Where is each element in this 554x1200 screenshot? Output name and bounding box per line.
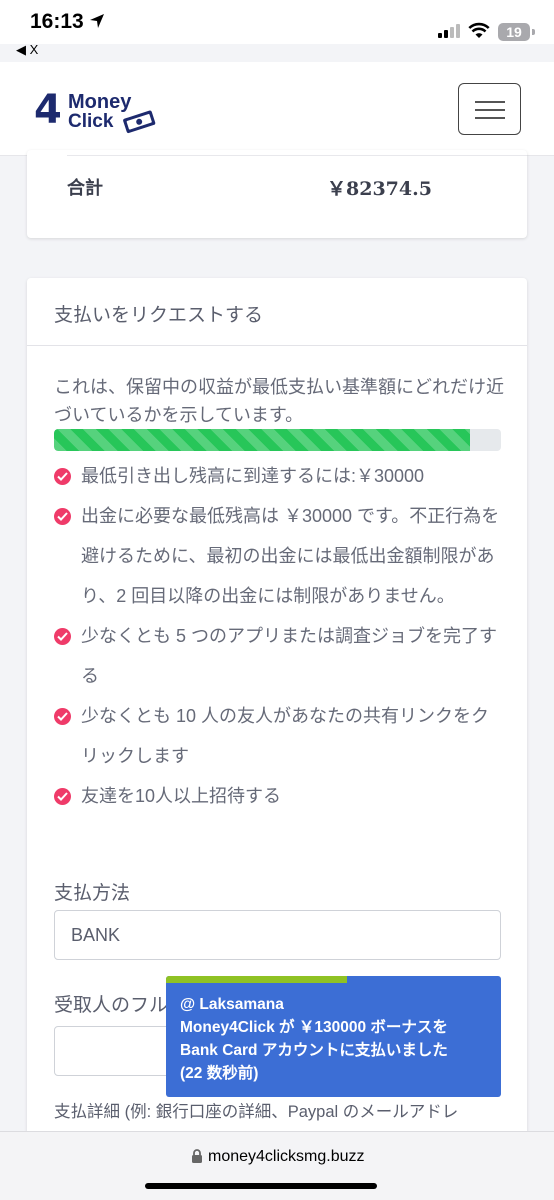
status-time: 16:13: [30, 10, 84, 33]
location-arrow-icon: [90, 14, 104, 28]
balance-summary-card: 合計 ￥82374.5: [27, 150, 527, 238]
battery-icon: 19: [498, 23, 530, 41]
total-label: 合計: [67, 178, 103, 198]
payment-method-select[interactable]: BANK: [54, 910, 501, 960]
toast-line: Money4Click が ￥130000 ボーナスを: [180, 1019, 448, 1036]
lock-icon: [192, 1149, 202, 1163]
check-icon: [54, 788, 71, 805]
back-app-label: X: [29, 42, 39, 57]
menu-toggle-button[interactable]: [458, 83, 521, 135]
status-bar: 16:13 19: [0, 0, 554, 44]
toast-timer-bar: [166, 976, 347, 983]
check-icon: [54, 628, 71, 645]
payment-method-label: 支払方法: [54, 883, 131, 904]
site-header: 4 Money Click: [0, 62, 554, 156]
banknote-icon: [123, 110, 156, 134]
card-divider: [27, 345, 527, 346]
progress-description: これは、保留中の収益が最低支払い基準額にどれだけ近づいているかを示しています。: [54, 377, 504, 425]
requirement-text: 最低引き出し残高に到達するには:￥30000: [81, 466, 425, 486]
recipient-name-label: 受取人のフル: [54, 995, 169, 1016]
payout-notification-toast[interactable]: @ Laksamana Money4Click が ￥130000 ボーナスを …: [166, 976, 501, 1097]
requirement-item: 出金に必要な最低残高は ￥30000 です。不正行為を避けるために、最初の出金に…: [54, 496, 504, 616]
toast-user: @ Laksamana: [180, 996, 284, 1013]
check-icon: [54, 468, 71, 485]
payment-details-label: 支払詳細 (例: 銀行口座の詳細、Paypal のメールアドレ: [54, 1103, 459, 1121]
table-divider: [67, 155, 527, 156]
url-text: money4clicksmg.buzz: [208, 1148, 365, 1165]
check-icon: [54, 508, 71, 525]
toast-line: Bank Card アカウントに支払いました: [180, 1042, 448, 1059]
requirement-item: 少なくとも 10 人の友人があなたの共有リンクをクリックします: [54, 696, 504, 776]
requirement-text: 少なくとも 5 つのアプリまたは調査ジョブを完了する: [81, 626, 498, 686]
card-title: 支払いをリクエストする: [54, 305, 264, 326]
back-to-app[interactable]: ◀ X: [16, 42, 38, 58]
logo-number: 4: [34, 87, 62, 133]
logo-word-click: Click: [68, 111, 114, 132]
requirement-text: 友達を10人以上招待する: [81, 786, 282, 806]
site-logo[interactable]: 4 Money Click: [34, 90, 164, 134]
requirement-item: 友達を10人以上招待する: [54, 776, 504, 816]
payout-progress-bar: [54, 429, 501, 451]
requirement-item: 最低引き出し残高に到達するには:￥30000: [54, 456, 504, 496]
requirements-list: 最低引き出し残高に到達するには:￥30000 出金に必要な最低残高は ￥3000…: [54, 456, 504, 816]
battery-tip: [532, 29, 535, 35]
toast-time: (22 数秒前): [180, 1065, 259, 1082]
check-icon: [54, 708, 71, 725]
requirement-item: 少なくとも 5 つのアプリまたは調査ジョブを完了する: [54, 616, 504, 696]
requirement-text: 出金に必要な最低残高は ￥30000 です。不正行為を避けるために、最初の出金に…: [81, 506, 500, 606]
toast-message: @ Laksamana Money4Click が ￥130000 ボーナスを …: [180, 993, 495, 1085]
requirement-text: 少なくとも 10 人の友人があなたの共有リンクをクリックします: [81, 706, 490, 766]
wifi-icon: [468, 22, 490, 38]
browser-address-bar[interactable]: money4clicksmg.buzz: [0, 1131, 554, 1200]
payout-progress-fill: [54, 429, 470, 451]
home-indicator[interactable]: [145, 1183, 377, 1189]
total-value: ￥82374.5: [327, 178, 432, 200]
cellular-signal-icon: [438, 24, 460, 38]
